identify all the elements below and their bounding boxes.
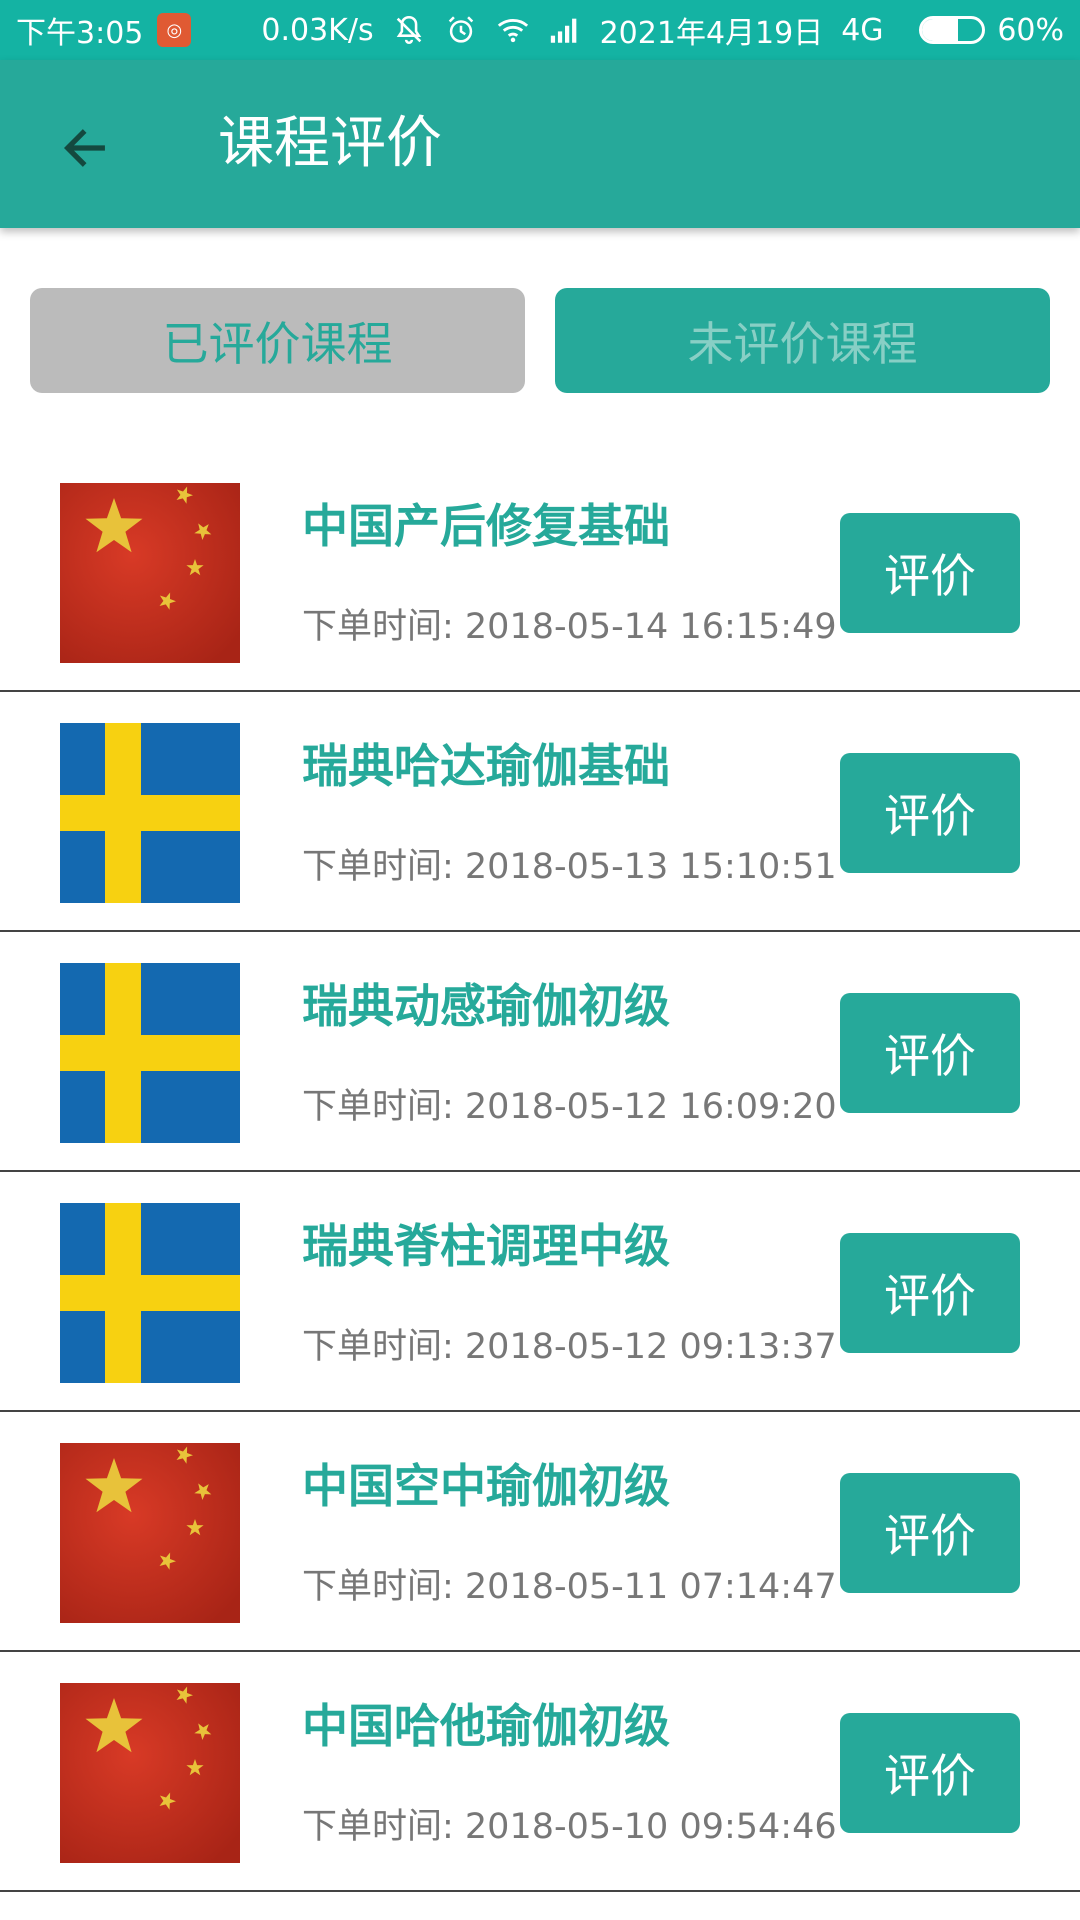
rate-button[interactable]: 评价 bbox=[840, 993, 1020, 1113]
sweden-flag-icon bbox=[60, 963, 240, 1143]
battery-fill bbox=[922, 19, 959, 41]
list-item[interactable]: 中国产后修复基础下单时间: 2018-05-14 16:15:49 评价 bbox=[0, 452, 1080, 692]
rate-button[interactable]: 评价 bbox=[840, 1713, 1020, 1833]
wifi-icon bbox=[497, 19, 528, 43]
page-title: 课程评价 bbox=[218, 111, 442, 176]
order-time: 下单时间: 2018-05-13 15:10:51 bbox=[302, 847, 837, 887]
course-name: 瑞典脊柱调理中级 bbox=[302, 1219, 670, 1273]
order-time: 下单时间: 2018-05-14 16:15:49 bbox=[302, 607, 837, 647]
battery-icon bbox=[919, 16, 986, 44]
china-flag-icon bbox=[60, 1683, 240, 1863]
order-time: 下单时间: 2018-05-10 09:54:46 bbox=[302, 1807, 837, 1847]
course-name: 中国哈他瑜伽初级 bbox=[302, 1699, 670, 1753]
course-list: 中国产后修复基础 下单时间: 2018-05-14 16:15:49 评价 瑞典哈达瑜… bbox=[0, 452, 1080, 1892]
signal-icon bbox=[550, 18, 576, 43]
course-name: 瑞典动感瑜伽初级 bbox=[302, 979, 670, 1033]
sweden-flag-icon bbox=[60, 723, 240, 903]
tab-rated-courses[interactable]: 已评价课程 bbox=[30, 288, 525, 393]
app-bar: 课程评价 bbox=[0, 60, 1080, 228]
network-speed: 0.03K/s bbox=[261, 12, 374, 48]
tab-unrated-courses[interactable]: 未评价课程 bbox=[555, 288, 1050, 393]
list-item[interactable]: 瑞典动感瑜伽初级下单时间: 2018-05-12 16:09:20 评价 bbox=[0, 932, 1080, 1172]
bell-muted-icon bbox=[396, 15, 421, 44]
arrow-left-icon bbox=[63, 129, 105, 167]
list-item[interactable]: 瑞典哈达瑜伽基础下单时间: 2018-05-13 15:10:51 评价 bbox=[0, 692, 1080, 932]
alarm-icon bbox=[448, 16, 473, 43]
china-flag-icon bbox=[60, 1443, 240, 1623]
review-tabs: 已评价课程 未评价课程 bbox=[30, 288, 1050, 393]
list-item[interactable]: 中国哈他瑜伽初级下单时间: 2018-05-10 09:54:46 评价 bbox=[0, 1652, 1080, 1892]
status-date: 2021年4月19日 bbox=[599, 16, 824, 51]
course-name: 瑞典哈达瑜伽基础 bbox=[302, 739, 670, 793]
order-time: 下单时间: 2018-05-12 16:09:20 bbox=[302, 1087, 837, 1127]
course-name: 中国产后修复基础 bbox=[302, 499, 670, 553]
network-type: 4G bbox=[841, 12, 884, 48]
back-button[interactable] bbox=[50, 113, 120, 183]
app-notification-icon: ◎ bbox=[157, 13, 192, 47]
rate-button[interactable]: 评价 bbox=[840, 513, 1020, 633]
list-item[interactable]: 瑞典脊柱调理中级下单时间: 2018-05-12 09:13:37 评价 bbox=[0, 1172, 1080, 1412]
status-bar: 下午3:05 ◎ 0.03K/s 2021年4月19日 4G 60% bbox=[0, 0, 1080, 60]
course-name: 中国空中瑜伽初级 bbox=[302, 1459, 670, 1513]
list-item[interactable]: 中国空中瑜伽初级下单时间: 2018-05-11 07:14:47 评价 bbox=[0, 1412, 1080, 1652]
sweden-flag-icon bbox=[60, 1203, 240, 1383]
order-time: 下单时间: 2018-05-11 07:14:47 bbox=[302, 1567, 837, 1607]
rate-button[interactable]: 评价 bbox=[840, 753, 1020, 873]
rate-button[interactable]: 评价 bbox=[840, 1233, 1020, 1353]
rate-button[interactable]: 评价 bbox=[840, 1473, 1020, 1593]
status-time: 下午3:05 bbox=[16, 16, 144, 51]
battery-percent: 60% bbox=[997, 12, 1064, 48]
order-time: 下单时间: 2018-05-12 09:13:37 bbox=[302, 1327, 837, 1367]
china-flag-icon bbox=[60, 483, 240, 663]
